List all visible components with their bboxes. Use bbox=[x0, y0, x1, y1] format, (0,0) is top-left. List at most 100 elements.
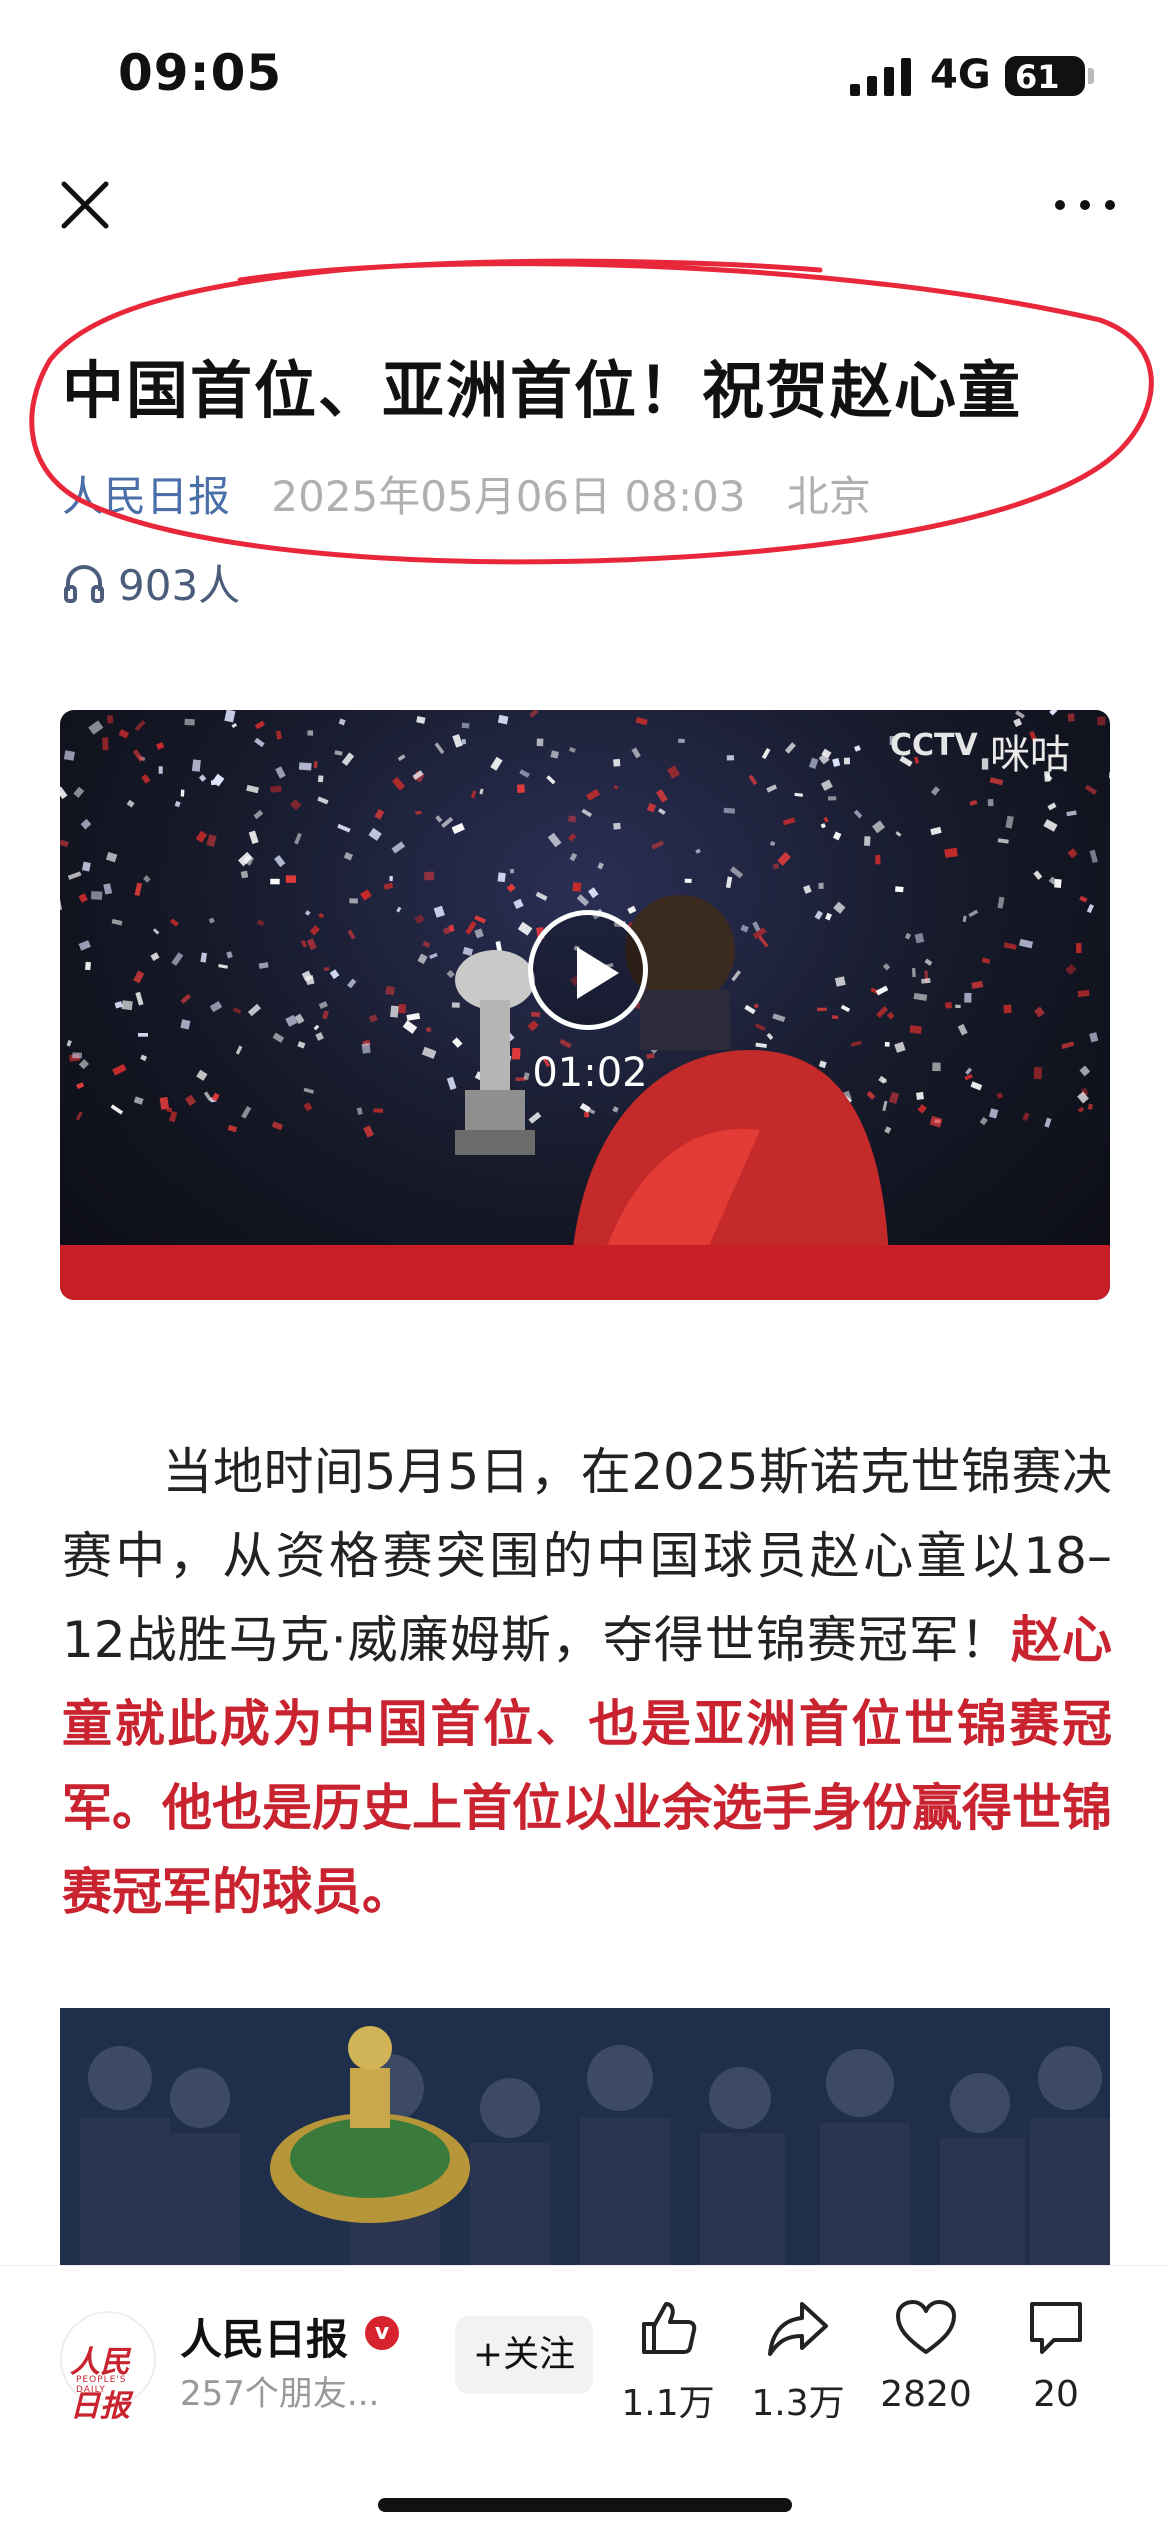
home-indicator[interactable] bbox=[378, 2498, 792, 2512]
confetti-piece bbox=[766, 784, 778, 793]
listen-count[interactable]: 903人 bbox=[62, 552, 240, 613]
confetti-piece bbox=[433, 905, 445, 918]
confetti-piece bbox=[451, 822, 465, 835]
confetti-piece bbox=[241, 1105, 252, 1119]
confetti-piece bbox=[529, 710, 539, 718]
share-button[interactable]: 1.3万 bbox=[738, 2296, 858, 2426]
confetti-piece bbox=[290, 799, 302, 811]
cctv-watermark: CCTV bbox=[890, 728, 978, 763]
confetti-piece bbox=[568, 746, 576, 753]
confetti-piece bbox=[272, 1032, 285, 1043]
confetti-piece bbox=[383, 882, 394, 890]
confetti-piece bbox=[773, 863, 779, 870]
publish-location: 北京 bbox=[786, 472, 871, 521]
confetti-piece bbox=[78, 1059, 90, 1070]
confetti-piece bbox=[513, 898, 524, 910]
confetti-piece bbox=[360, 889, 372, 901]
confetti-piece bbox=[73, 786, 85, 798]
confetti-piece bbox=[657, 808, 666, 815]
confetti-piece bbox=[1077, 989, 1090, 998]
article-photo[interactable] bbox=[60, 2008, 1110, 2268]
confetti-piece bbox=[271, 1121, 283, 1131]
confetti-piece bbox=[425, 1026, 432, 1033]
confetti-piece bbox=[964, 992, 972, 1003]
confetti-piece bbox=[1086, 904, 1095, 914]
confetti-piece bbox=[298, 762, 312, 771]
confetti-piece bbox=[60, 899, 63, 911]
confetti-piece bbox=[313, 761, 318, 769]
confetti-piece bbox=[971, 980, 984, 989]
confetti-piece bbox=[361, 1042, 371, 1054]
confetti-piece bbox=[723, 807, 736, 814]
confetti-piece bbox=[930, 786, 941, 796]
confetti-piece bbox=[416, 715, 426, 724]
confetti-piece bbox=[864, 836, 871, 846]
share-count: 1.3万 bbox=[751, 2383, 845, 2424]
thumbs-up-icon bbox=[642, 2302, 697, 2354]
confetti-piece bbox=[78, 940, 91, 951]
confetti-piece bbox=[452, 734, 463, 748]
close-icon[interactable] bbox=[50, 170, 120, 240]
follow-button[interactable]: +关注 bbox=[455, 2316, 593, 2394]
confetti-piece bbox=[1003, 1004, 1012, 1014]
confetti-piece bbox=[347, 929, 356, 940]
confetti-piece bbox=[827, 796, 837, 801]
confetti-piece bbox=[965, 1067, 973, 1075]
confetti-piece bbox=[196, 1069, 208, 1081]
confetti-piece bbox=[1079, 1065, 1091, 1077]
headphones-icon bbox=[64, 564, 104, 603]
battery-icon: 61 bbox=[1005, 56, 1085, 96]
confetti-piece bbox=[126, 799, 135, 808]
confetti-piece bbox=[218, 964, 228, 969]
confetti-piece bbox=[415, 810, 422, 815]
confetti-piece bbox=[613, 785, 619, 790]
heart-icon bbox=[896, 2300, 956, 2354]
crowd-trophy-image bbox=[60, 2008, 1110, 2268]
account-name[interactable]: 人民日报 bbox=[180, 2306, 348, 2367]
source-link[interactable]: 人民日报 bbox=[62, 472, 230, 521]
confetti-piece bbox=[914, 932, 925, 944]
confetti-piece bbox=[253, 809, 264, 820]
confetti-piece bbox=[180, 1019, 191, 1030]
confetti-piece bbox=[909, 1025, 922, 1034]
favorite-button[interactable]: 2820 bbox=[866, 2296, 986, 2415]
confetti-piece bbox=[875, 854, 881, 865]
confetti-piece bbox=[726, 755, 735, 761]
bottom-action-bar: 人民日报 PEOPLE'S DAILY 人民日报 v 257个朋友... +关注… bbox=[0, 2265, 1170, 2532]
like-button[interactable]: 1.1万 bbox=[608, 2296, 728, 2426]
confetti-piece bbox=[509, 868, 515, 874]
confetti-piece bbox=[997, 838, 1009, 844]
confetti-piece bbox=[180, 789, 185, 797]
confetti-piece bbox=[516, 784, 525, 793]
confetti-piece bbox=[398, 1004, 406, 1014]
video-player[interactable]: CCTV 咪咕 01:02 bbox=[60, 710, 1110, 1300]
confetti-piece bbox=[329, 969, 340, 980]
confetti-piece bbox=[429, 952, 438, 960]
confetti-piece bbox=[391, 841, 406, 854]
confetti-piece bbox=[490, 756, 503, 771]
confetti-piece bbox=[479, 788, 484, 795]
confetti-piece bbox=[474, 928, 484, 939]
confetti-piece bbox=[1089, 1032, 1099, 1043]
comment-button[interactable]: 20 bbox=[996, 2296, 1116, 2415]
confetti-piece bbox=[981, 957, 991, 964]
confetti-piece bbox=[784, 742, 796, 754]
account-avatar[interactable]: 人民日报 PEOPLE'S DAILY bbox=[60, 2311, 156, 2424]
confetti-piece bbox=[334, 750, 343, 756]
confetti-piece bbox=[777, 851, 791, 866]
confetti-piece bbox=[132, 749, 144, 762]
status-time: 09:05 bbox=[118, 44, 283, 102]
confetti-piece bbox=[203, 1091, 213, 1102]
confetti-piece bbox=[81, 861, 91, 872]
confetti-piece bbox=[80, 818, 92, 830]
confetti-piece bbox=[924, 958, 933, 966]
more-options-icon[interactable] bbox=[1050, 190, 1120, 220]
comment-count: 20 bbox=[1033, 2374, 1079, 2415]
confetti-piece bbox=[209, 1000, 223, 1013]
confetti-piece bbox=[423, 871, 435, 881]
confetti-piece bbox=[955, 1004, 961, 1009]
play-button[interactable] bbox=[528, 910, 648, 1030]
confetti-piece bbox=[143, 875, 151, 883]
confetti-piece bbox=[285, 875, 297, 883]
confetti-piece bbox=[257, 919, 265, 926]
